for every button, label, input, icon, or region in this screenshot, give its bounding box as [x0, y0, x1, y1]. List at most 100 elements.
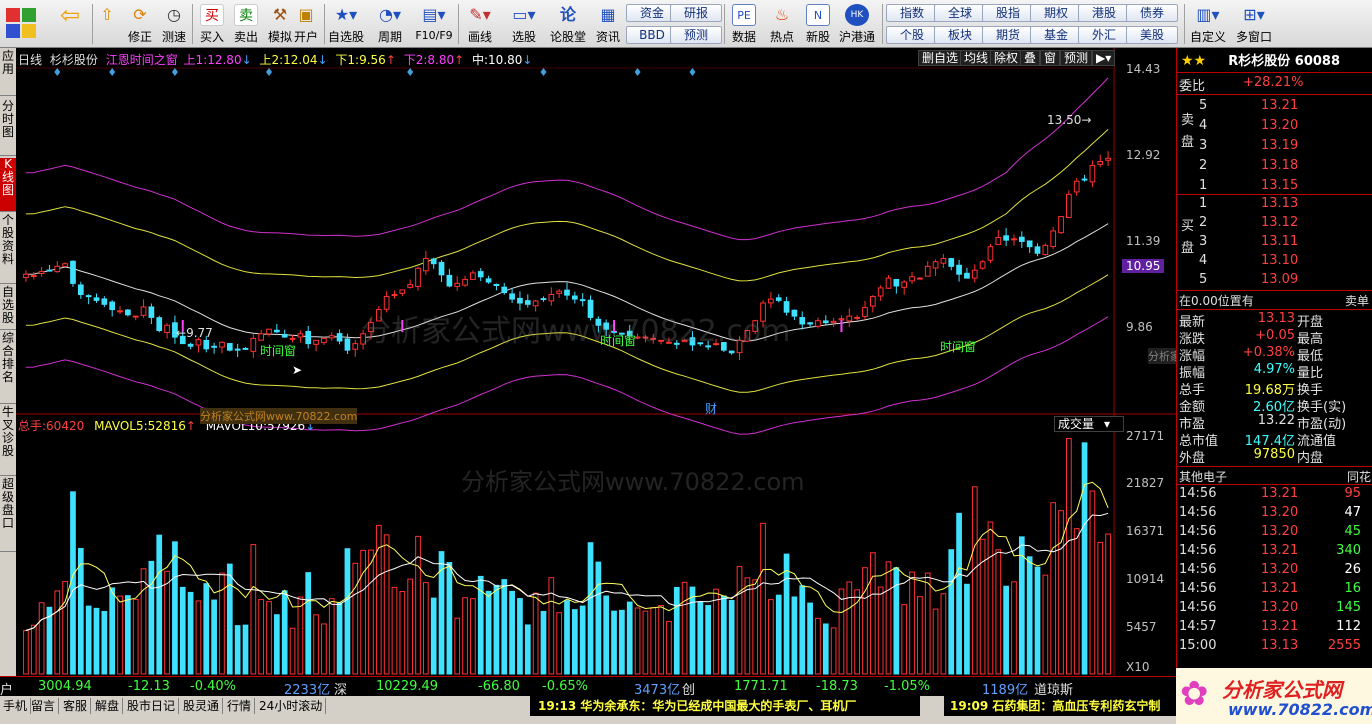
tab-24h[interactable]: 24小时滚动 [256, 698, 327, 714]
sector-label[interactable]: 其他电子 [1179, 470, 1227, 484]
financial-report-marker[interactable]: 财 [705, 400, 717, 417]
period-label[interactable]: 日线 [18, 53, 42, 67]
volume-bar [611, 610, 617, 675]
us-stock-button[interactable]: 美股 [1126, 26, 1178, 44]
sh-index-value[interactable]: 3004.94 [38, 679, 92, 694]
buy-level-row[interactable]: 4 13.10 [1177, 253, 1372, 271]
sell-level-row[interactable]: 4 13.20 [1177, 118, 1372, 136]
sell-level-row[interactable]: 3 13.19 [1177, 138, 1372, 156]
chart-header: 日线 杉杉股份 江恩时间之窗 上1:12.80↓ 上2:12.04↓ 下1:9.… [18, 51, 532, 68]
chart-menu-icon[interactable]: ▶▾ [1092, 50, 1116, 66]
options-button[interactable]: 期权 [1030, 4, 1082, 22]
overlay-button[interactable]: 叠 [1020, 50, 1041, 66]
tab-kline[interactable]: K线图 [0, 158, 16, 212]
buy-button[interactable]: 买买入 [194, 2, 230, 46]
total-value: 60420 [46, 419, 85, 433]
index-ticker-bar: 户 3004.94 -12.13 -0.40% 2233亿 深 10229.49… [0, 676, 1372, 698]
info-label: 资讯 [595, 30, 620, 44]
multiwin-button[interactable]: ⊞▾ 多窗口 [1232, 2, 1276, 46]
site-logo[interactable]: ✿ 分析家公式网 www.70822.com [1176, 668, 1372, 724]
chart-canvas[interactable] [16, 48, 1176, 676]
candle-body [234, 348, 241, 351]
tab-gulingtong[interactable]: 股灵通 [180, 698, 224, 714]
futures-button[interactable]: 期货 [982, 26, 1034, 44]
buy-level-row[interactable]: 2 13.12 [1177, 215, 1372, 233]
hk-connect-button[interactable]: HK 沪港通 [836, 2, 878, 46]
candle-body [791, 309, 798, 317]
hk-stock-button[interactable]: 港股 [1078, 4, 1130, 22]
level-price: 13.11 [1261, 234, 1299, 249]
cy-index-value[interactable]: 1771.71 [734, 679, 788, 694]
tab-intraday[interactable]: 分时图 [0, 100, 16, 156]
data-button[interactable]: PE 数据 [726, 2, 762, 46]
back-button[interactable]: ⇦ [52, 2, 88, 46]
candle-body [321, 337, 327, 344]
research-button[interactable]: 研报 [670, 4, 722, 22]
selfsel-button[interactable]: ★▾ 自选股 [326, 2, 366, 46]
period-button[interactable]: ◔▾ 周期 [370, 2, 410, 46]
logo-url: www.70822.com [1228, 700, 1372, 719]
buy-level-row[interactable]: 3 13.11 [1177, 234, 1372, 252]
sector-right[interactable]: 同花 [1347, 468, 1371, 485]
global-button[interactable]: 全球 [934, 4, 986, 22]
index-button[interactable]: 指数 [886, 4, 938, 22]
sell-level-row[interactable]: 5 13.21 [1177, 98, 1372, 116]
tab-ranking[interactable]: 综合排名 [0, 332, 16, 404]
news-ticker-2[interactable]: 19:09 石药集团：高血压专利药玄宁制 [944, 696, 1176, 716]
volume-bar [360, 549, 366, 675]
info-button[interactable]: ▦ 资讯 [590, 2, 626, 46]
forum-button[interactable]: 论论股堂 [548, 2, 588, 46]
candle-body [1105, 157, 1111, 161]
stock-index-button[interactable]: 股指 [982, 4, 1034, 22]
kline-chart-area[interactable]: 分析家公式网www.70822.com 分析家公式网www.70822.com … [16, 48, 1176, 696]
newstock-button[interactable]: N 新股 [800, 2, 836, 46]
forecast-button[interactable]: 预测 [670, 26, 722, 44]
bond-button[interactable]: 债券 [1126, 4, 1178, 22]
ma-button[interactable]: 均线 [960, 50, 993, 66]
tab-self-selected[interactable]: 自选股 [0, 286, 16, 330]
fix-button[interactable]: ⟳ 修正 [122, 2, 158, 46]
app-logo-icon[interactable] [6, 8, 38, 40]
down-arrow-icon: ↓ [241, 53, 252, 67]
main-toolbar: ⇦ ⇧ ⟳ 修正 ◷ 测速 买买入 卖卖出 ⚒ 模拟 ▣ 开户 ★▾ 自选股 ◔▾ 周期 ▤… [0, 0, 1372, 48]
speed-button[interactable]: ◷ 测速 [156, 2, 192, 46]
sector-button[interactable]: 板块 [934, 26, 986, 44]
volume-bar [603, 595, 610, 675]
tab-analysis[interactable]: 解盘 [92, 698, 124, 714]
sell-level-row[interactable]: 2 13.18 [1177, 158, 1372, 176]
draw-button[interactable]: ✎▾ 画线 [460, 2, 500, 46]
tab-apps[interactable]: 应用 [0, 50, 16, 96]
volume-indicator-select[interactable]: 成交量 ▾ [1054, 416, 1124, 432]
window-button[interactable]: 窗 [1040, 50, 1061, 66]
custom-button[interactable]: ▥▾ 自定义 [1188, 2, 1228, 46]
f10-button[interactable]: ▤▾ F10/F9 [412, 2, 456, 46]
forex-button[interactable]: 外汇 [1078, 26, 1130, 44]
sell-button[interactable]: 卖卖出 [228, 2, 264, 46]
tab-mobile[interactable]: 手机 [0, 698, 32, 714]
tab-stock-profile[interactable]: 个股资料 [0, 214, 16, 284]
remove-self-button[interactable]: 删自选 [918, 50, 963, 66]
tab-market[interactable]: 行情 [224, 698, 256, 714]
up-button[interactable]: ⇧ [94, 2, 120, 46]
tab-diagnosis[interactable]: 牛叉诊股 [0, 406, 16, 476]
mid-value: 10.80 [488, 53, 523, 67]
candle-body [148, 306, 155, 318]
forecast-ctl-button[interactable]: 预测 [1060, 50, 1093, 66]
indicator-name[interactable]: 江恩时间之窗 [106, 53, 178, 67]
pick-button[interactable]: ▭▾ 选股 [504, 2, 544, 46]
buy-level-row[interactable]: 5 13.09 [1177, 272, 1372, 290]
exright-button[interactable]: 除权 [990, 50, 1023, 66]
buy-level-row[interactable]: 1 13.13 [1177, 196, 1372, 214]
hot-button[interactable]: ♨ 热点 [764, 2, 800, 46]
tab-service[interactable]: 客服 [60, 698, 92, 714]
tab-diary[interactable]: 股市日记 [124, 698, 180, 714]
stock-button[interactable]: 个股 [886, 26, 938, 44]
open-account-button[interactable]: ▣ 开户 [288, 2, 324, 46]
news-ticker-1[interactable]: 19:13 华为余承东：华为已经成中国最大的手表厂、耳机厂 [530, 696, 920, 716]
candle-body [407, 284, 414, 288]
sz-index-value[interactable]: 10229.49 [376, 679, 438, 694]
candle-body [838, 318, 845, 321]
tab-message[interactable]: 留言 [28, 698, 60, 714]
funds-button[interactable]: 基金 [1030, 26, 1082, 44]
tab-super-quote[interactable]: 超级盘口 [0, 478, 16, 552]
